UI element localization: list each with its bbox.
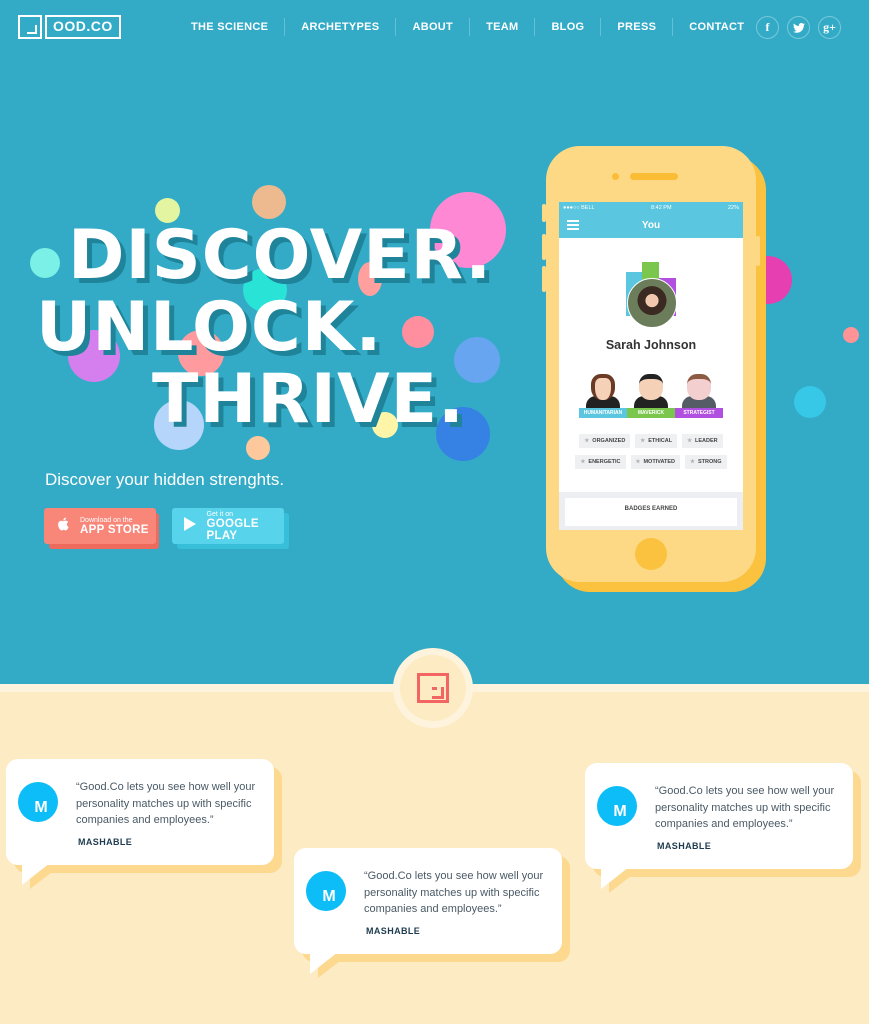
nav-blog[interactable]: BLOG xyxy=(534,18,600,36)
app-title: You xyxy=(641,220,661,231)
divider-logo-badge xyxy=(393,648,473,728)
phone-side-button xyxy=(542,234,546,260)
divider-logo-inner xyxy=(400,655,466,721)
archetype-list: HUMANITARIAN MAVERICK STRATEGIST xyxy=(579,372,723,422)
trait-tag[interactable]: ★ LEADER xyxy=(682,434,723,448)
facebook-icon[interactable]: f xyxy=(756,16,779,39)
hero-section: OOD.CO THE SCIENCE ARCHETYPES ABOUT TEAM… xyxy=(0,0,869,685)
star-icon: ★ xyxy=(687,438,693,444)
archetype-humanitarian[interactable]: HUMANITARIAN xyxy=(579,372,627,422)
nav-press[interactable]: PRESS xyxy=(600,18,672,36)
logo-g-icon xyxy=(18,15,42,39)
nav-archetypes[interactable]: ARCHETYPES xyxy=(284,18,395,36)
play-icon xyxy=(184,517,197,535)
star-icon: ★ xyxy=(635,459,641,465)
mashable-logo-icon: M xyxy=(597,786,637,826)
trait-tags: ★ ORGANIZED ★ ETHICAL ★ LEADER ★ ENERGETIC ★… xyxy=(559,434,743,476)
card-tail xyxy=(310,952,338,974)
decor-dot xyxy=(843,327,859,343)
phone-mockup: ●●●○○ BELL 8:42 PM 22% You Sarah Johnson… xyxy=(542,146,760,582)
testimonial-card: M “Good.Co lets you see how well your pe… xyxy=(585,763,861,893)
g-logo-icon xyxy=(417,673,449,703)
testimonial-quote: “Good.Co lets you see how well your pers… xyxy=(76,781,256,826)
testimonial-card: M “Good.Co lets you see how well your pe… xyxy=(294,848,570,978)
testimonial-card: M “Good.Co lets you see how well your pe… xyxy=(6,759,282,889)
phone-side-button xyxy=(756,236,760,266)
phone-side-button xyxy=(542,266,546,292)
app-store-label: APP STORE xyxy=(80,523,149,536)
google-play-sublabel: Get it on xyxy=(206,510,233,518)
archetype-label: HUMANITARIAN xyxy=(579,408,627,418)
phone-screen: ●●●○○ BELL 8:42 PM 22% You Sarah Johnson… xyxy=(559,202,743,530)
decor-dot xyxy=(794,386,826,418)
card-tail xyxy=(601,867,629,889)
time-label: 8:42 PM xyxy=(651,204,672,211)
trait-tag[interactable]: ★ ORGANIZED xyxy=(579,434,631,448)
archetype-label: STRATEGIST xyxy=(675,408,723,418)
trait-tag[interactable]: ★ MOTIVATED xyxy=(630,455,681,469)
star-icon: ★ xyxy=(690,459,695,465)
nav-about[interactable]: ABOUT xyxy=(395,18,469,36)
testimonial-source: MASHABLE xyxy=(78,837,133,847)
app-store-sublabel: Download on the xyxy=(80,516,133,524)
app-store-button[interactable]: Download on the APP STORE xyxy=(44,508,156,544)
social-links: f g+ xyxy=(756,16,841,39)
apple-icon xyxy=(56,517,70,535)
decor-dot xyxy=(402,316,434,348)
trait-tag[interactable]: ★ ETHICAL xyxy=(635,434,678,448)
google-play-button[interactable]: Get it on GOOGLE PLAY xyxy=(172,508,284,544)
archetype-avatar-face xyxy=(591,374,615,400)
nav-the-science[interactable]: THE SCIENCE xyxy=(175,18,284,36)
google-play-label: GOOGLE PLAY xyxy=(206,517,259,542)
battery-label: 22% xyxy=(727,204,739,211)
testimonial-source: MASHABLE xyxy=(366,926,421,936)
google-plus-icon[interactable]: g+ xyxy=(818,16,841,39)
archetype-label: MAVERICK xyxy=(627,408,675,418)
mashable-logo-icon: M xyxy=(18,782,58,822)
trait-tag[interactable]: ★ STRONG xyxy=(685,455,727,469)
headline-line-1: DISCOVER. xyxy=(68,216,493,295)
testimonial-source: MASHABLE xyxy=(657,841,712,851)
phone-home-button xyxy=(635,538,667,570)
decor-dot xyxy=(30,248,60,278)
star-icon: ★ xyxy=(580,459,586,465)
decor-dot xyxy=(246,436,270,460)
headline-line-2: UNLOCK. xyxy=(36,288,383,367)
archetype-avatar-face xyxy=(687,374,711,400)
star-icon: ★ xyxy=(640,438,646,444)
archetype-strategist[interactable]: STRATEGIST xyxy=(675,372,723,422)
status-bar: ●●●○○ BELL 8:42 PM 22% xyxy=(559,202,743,213)
carrier-label: ●●●○○ BELL xyxy=(563,204,595,211)
trait-tag[interactable]: ★ ENERGETIC xyxy=(575,455,626,469)
phone-speaker xyxy=(630,173,678,180)
mashable-logo-icon: M xyxy=(306,871,346,911)
testimonial-quote: “Good.Co lets you see how well your pers… xyxy=(364,870,544,915)
nav-team[interactable]: TEAM xyxy=(469,18,534,36)
logo[interactable]: OOD.CO xyxy=(18,15,121,39)
phone-side-button xyxy=(542,204,546,222)
card-tail xyxy=(22,863,50,885)
testimonial-quote: “Good.Co lets you see how well your pers… xyxy=(655,785,835,830)
nav-contact[interactable]: CONTACT xyxy=(672,18,760,36)
logo-text: OOD.CO xyxy=(45,15,121,39)
badges-earned-header[interactable]: BADGES EARNED xyxy=(565,498,737,526)
archetype-avatar-face xyxy=(639,374,663,400)
hamburger-menu-icon[interactable] xyxy=(567,220,579,230)
twitter-icon[interactable] xyxy=(787,16,810,39)
archetype-maverick[interactable]: MAVERICK xyxy=(627,372,675,422)
main-nav: THE SCIENCE ARCHETYPES ABOUT TEAM BLOG P… xyxy=(175,18,760,36)
profile-avatar[interactable] xyxy=(627,278,677,328)
headline-line-3: THRIVE. xyxy=(152,360,465,439)
app-bar: You xyxy=(559,213,743,238)
tagline: Discover your hidden strenghts. xyxy=(45,470,285,489)
decor-dot xyxy=(252,185,286,219)
phone-camera xyxy=(612,173,619,180)
user-name: Sarah Johnson xyxy=(605,338,697,352)
star-icon: ★ xyxy=(584,438,590,444)
